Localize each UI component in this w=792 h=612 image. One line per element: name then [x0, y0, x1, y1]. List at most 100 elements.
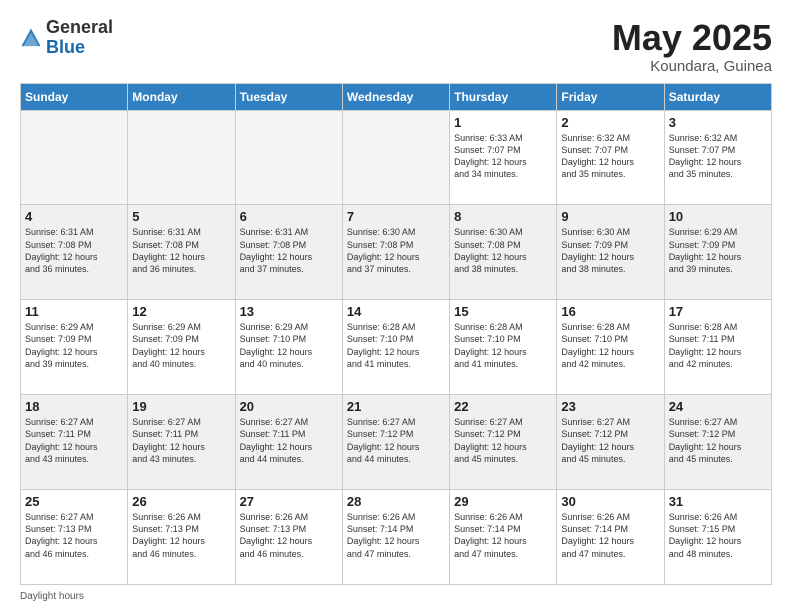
- day-info: Sunrise: 6:26 AM Sunset: 7:14 PM Dayligh…: [454, 511, 552, 560]
- calendar-week-2: 4Sunrise: 6:31 AM Sunset: 7:08 PM Daylig…: [21, 205, 772, 300]
- day-number: 3: [669, 115, 767, 130]
- calendar-cell: [128, 110, 235, 205]
- day-number: 28: [347, 494, 445, 509]
- logo-general: General: [46, 18, 113, 38]
- day-info: Sunrise: 6:27 AM Sunset: 7:12 PM Dayligh…: [347, 416, 445, 465]
- day-info: Sunrise: 6:27 AM Sunset: 7:11 PM Dayligh…: [25, 416, 123, 465]
- calendar-cell: 20Sunrise: 6:27 AM Sunset: 7:11 PM Dayli…: [235, 395, 342, 490]
- day-info: Sunrise: 6:26 AM Sunset: 7:14 PM Dayligh…: [561, 511, 659, 560]
- day-info: Sunrise: 6:28 AM Sunset: 7:10 PM Dayligh…: [561, 321, 659, 370]
- day-info: Sunrise: 6:26 AM Sunset: 7:14 PM Dayligh…: [347, 511, 445, 560]
- day-number: 21: [347, 399, 445, 414]
- calendar-cell: [21, 110, 128, 205]
- day-info: Sunrise: 6:32 AM Sunset: 7:07 PM Dayligh…: [561, 132, 659, 181]
- day-info: Sunrise: 6:27 AM Sunset: 7:12 PM Dayligh…: [669, 416, 767, 465]
- day-number: 30: [561, 494, 659, 509]
- calendar-cell: 6 Sunrise: 6:31 AM Sunset: 7:08 PM Daylig…: [235, 205, 342, 300]
- day-number: 15: [454, 304, 552, 319]
- calendar-header-thursday: Thursday: [450, 83, 557, 110]
- calendar-week-4: 18 Sunrise: 6:27 AM Sunset: 7:11 PM Dayli…: [21, 395, 772, 490]
- day-info: Sunrise: 6:28 AM Sunset: 7:10 PM Dayligh…: [454, 321, 552, 370]
- calendar-cell: 5 Sunrise: 6:31 AM Sunset: 7:08 PM Daylig…: [128, 205, 235, 300]
- day-number: 22: [454, 399, 552, 414]
- calendar-header-saturday: Saturday: [664, 83, 771, 110]
- day-number: 9: [561, 209, 659, 224]
- calendar-cell: [235, 110, 342, 205]
- calendar-cell: 4Sunrise: 6:31 AM Sunset: 7:08 PM Daylig…: [21, 205, 128, 300]
- calendar-header-tuesday: Tuesday: [235, 83, 342, 110]
- day-info: Sunrise: 6:31 AM Sunset: 7:08 PM Dayligh…: [25, 226, 123, 275]
- day-info: Sunrise: 6:30 AM Sunset: 7:08 PM Dayligh…: [454, 226, 552, 275]
- calendar-week-3: 11Sunrise: 6:29 AM Sunset: 7:09 PM Dayli…: [21, 300, 772, 395]
- day-info: Sunrise: 6:29 AM Sunset: 7:09 PM Dayligh…: [132, 321, 230, 370]
- calendar-week-1: 1Sunrise: 6:33 AM Sunset: 7:07 PM Daylig…: [21, 110, 772, 205]
- calendar-cell: 14Sunrise: 6:28 AM Sunset: 7:10 PM Dayli…: [342, 300, 449, 395]
- logo-text: General Blue: [46, 18, 113, 58]
- day-number: 5: [132, 209, 230, 224]
- day-info: Sunrise: 6:31 AM Sunset: 7:08 PM Dayligh…: [240, 226, 338, 275]
- day-info: Sunrise: 6:27 AM Sunset: 7:13 PM Dayligh…: [25, 511, 123, 560]
- day-info: Sunrise: 6:30 AM Sunset: 7:09 PM Dayligh…: [561, 226, 659, 275]
- calendar-cell: 18 Sunrise: 6:27 AM Sunset: 7:11 PM Dayli…: [21, 395, 128, 490]
- day-number: 25: [25, 494, 123, 509]
- day-number: 6: [240, 209, 338, 224]
- day-info: Sunrise: 6:27 AM Sunset: 7:11 PM Dayligh…: [132, 416, 230, 465]
- day-info: Sunrise: 6:31 AM Sunset: 7:08 PM Dayligh…: [132, 226, 230, 275]
- day-number: 17: [669, 304, 767, 319]
- day-info: Sunrise: 6:32 AM Sunset: 7:07 PM Dayligh…: [669, 132, 767, 181]
- day-number: 2: [561, 115, 659, 130]
- calendar-cell: 25 Sunrise: 6:27 AM Sunset: 7:13 PM Dayli…: [21, 490, 128, 585]
- day-number: 13: [240, 304, 338, 319]
- day-number: 24: [669, 399, 767, 414]
- calendar-header-sunday: Sunday: [21, 83, 128, 110]
- calendar-cell: 7 Sunrise: 6:30 AM Sunset: 7:08 PM Daylig…: [342, 205, 449, 300]
- logo-icon: [20, 27, 42, 49]
- logo: General Blue: [20, 18, 113, 58]
- calendar-cell: 17Sunrise: 6:28 AM Sunset: 7:11 PM Dayli…: [664, 300, 771, 395]
- calendar-cell: 15 Sunrise: 6:28 AM Sunset: 7:10 PM Dayli…: [450, 300, 557, 395]
- day-number: 31: [669, 494, 767, 509]
- calendar-cell: 21 Sunrise: 6:27 AM Sunset: 7:12 PM Dayli…: [342, 395, 449, 490]
- day-info: Sunrise: 6:26 AM Sunset: 7:15 PM Dayligh…: [669, 511, 767, 560]
- day-info: Sunrise: 6:27 AM Sunset: 7:12 PM Dayligh…: [561, 416, 659, 465]
- day-number: 23: [561, 399, 659, 414]
- calendar-cell: 10Sunrise: 6:29 AM Sunset: 7:09 PM Dayli…: [664, 205, 771, 300]
- calendar-cell: 12Sunrise: 6:29 AM Sunset: 7:09 PM Dayli…: [128, 300, 235, 395]
- calendar-cell: 3 Sunrise: 6:32 AM Sunset: 7:07 PM Daylig…: [664, 110, 771, 205]
- logo-blue: Blue: [46, 38, 113, 58]
- day-info: Sunrise: 6:30 AM Sunset: 7:08 PM Dayligh…: [347, 226, 445, 275]
- page: General Blue May 2025 Koundara, Guinea S…: [0, 0, 792, 612]
- title-location: Koundara, Guinea: [612, 58, 772, 75]
- day-number: 27: [240, 494, 338, 509]
- day-number: 16: [561, 304, 659, 319]
- daylight-label: Daylight hours: [20, 591, 84, 602]
- day-info: Sunrise: 6:29 AM Sunset: 7:10 PM Dayligh…: [240, 321, 338, 370]
- day-info: Sunrise: 6:27 AM Sunset: 7:12 PM Dayligh…: [454, 416, 552, 465]
- title-month: May 2025: [612, 18, 772, 58]
- calendar-cell: 24 Sunrise: 6:27 AM Sunset: 7:12 PM Dayli…: [664, 395, 771, 490]
- calendar-cell: 27Sunrise: 6:26 AM Sunset: 7:13 PM Dayli…: [235, 490, 342, 585]
- calendar-cell: 8Sunrise: 6:30 AM Sunset: 7:08 PM Daylig…: [450, 205, 557, 300]
- calendar-cell: 30 Sunrise: 6:26 AM Sunset: 7:14 PM Dayli…: [557, 490, 664, 585]
- calendar-header-wednesday: Wednesday: [342, 83, 449, 110]
- calendar-cell: 16 Sunrise: 6:28 AM Sunset: 7:10 PM Dayli…: [557, 300, 664, 395]
- calendar-header-monday: Monday: [128, 83, 235, 110]
- day-number: 19: [132, 399, 230, 414]
- title-block: May 2025 Koundara, Guinea: [612, 18, 772, 75]
- calendar-cell: 9 Sunrise: 6:30 AM Sunset: 7:09 PM Daylig…: [557, 205, 664, 300]
- calendar-cell: 23 Sunrise: 6:27 AM Sunset: 7:12 PM Dayli…: [557, 395, 664, 490]
- day-number: 18: [25, 399, 123, 414]
- day-number: 29: [454, 494, 552, 509]
- day-number: 20: [240, 399, 338, 414]
- calendar-cell: 13 Sunrise: 6:29 AM Sunset: 7:10 PM Dayli…: [235, 300, 342, 395]
- day-info: Sunrise: 6:29 AM Sunset: 7:09 PM Dayligh…: [25, 321, 123, 370]
- calendar-cell: 29 Sunrise: 6:26 AM Sunset: 7:14 PM Dayli…: [450, 490, 557, 585]
- calendar-cell: 28 Sunrise: 6:26 AM Sunset: 7:14 PM Dayli…: [342, 490, 449, 585]
- calendar-cell: 22 Sunrise: 6:27 AM Sunset: 7:12 PM Dayli…: [450, 395, 557, 490]
- footer: Daylight hours: [20, 591, 772, 602]
- day-info: Sunrise: 6:28 AM Sunset: 7:10 PM Dayligh…: [347, 321, 445, 370]
- day-number: 7: [347, 209, 445, 224]
- day-number: 26: [132, 494, 230, 509]
- day-number: 1: [454, 115, 552, 130]
- day-number: 10: [669, 209, 767, 224]
